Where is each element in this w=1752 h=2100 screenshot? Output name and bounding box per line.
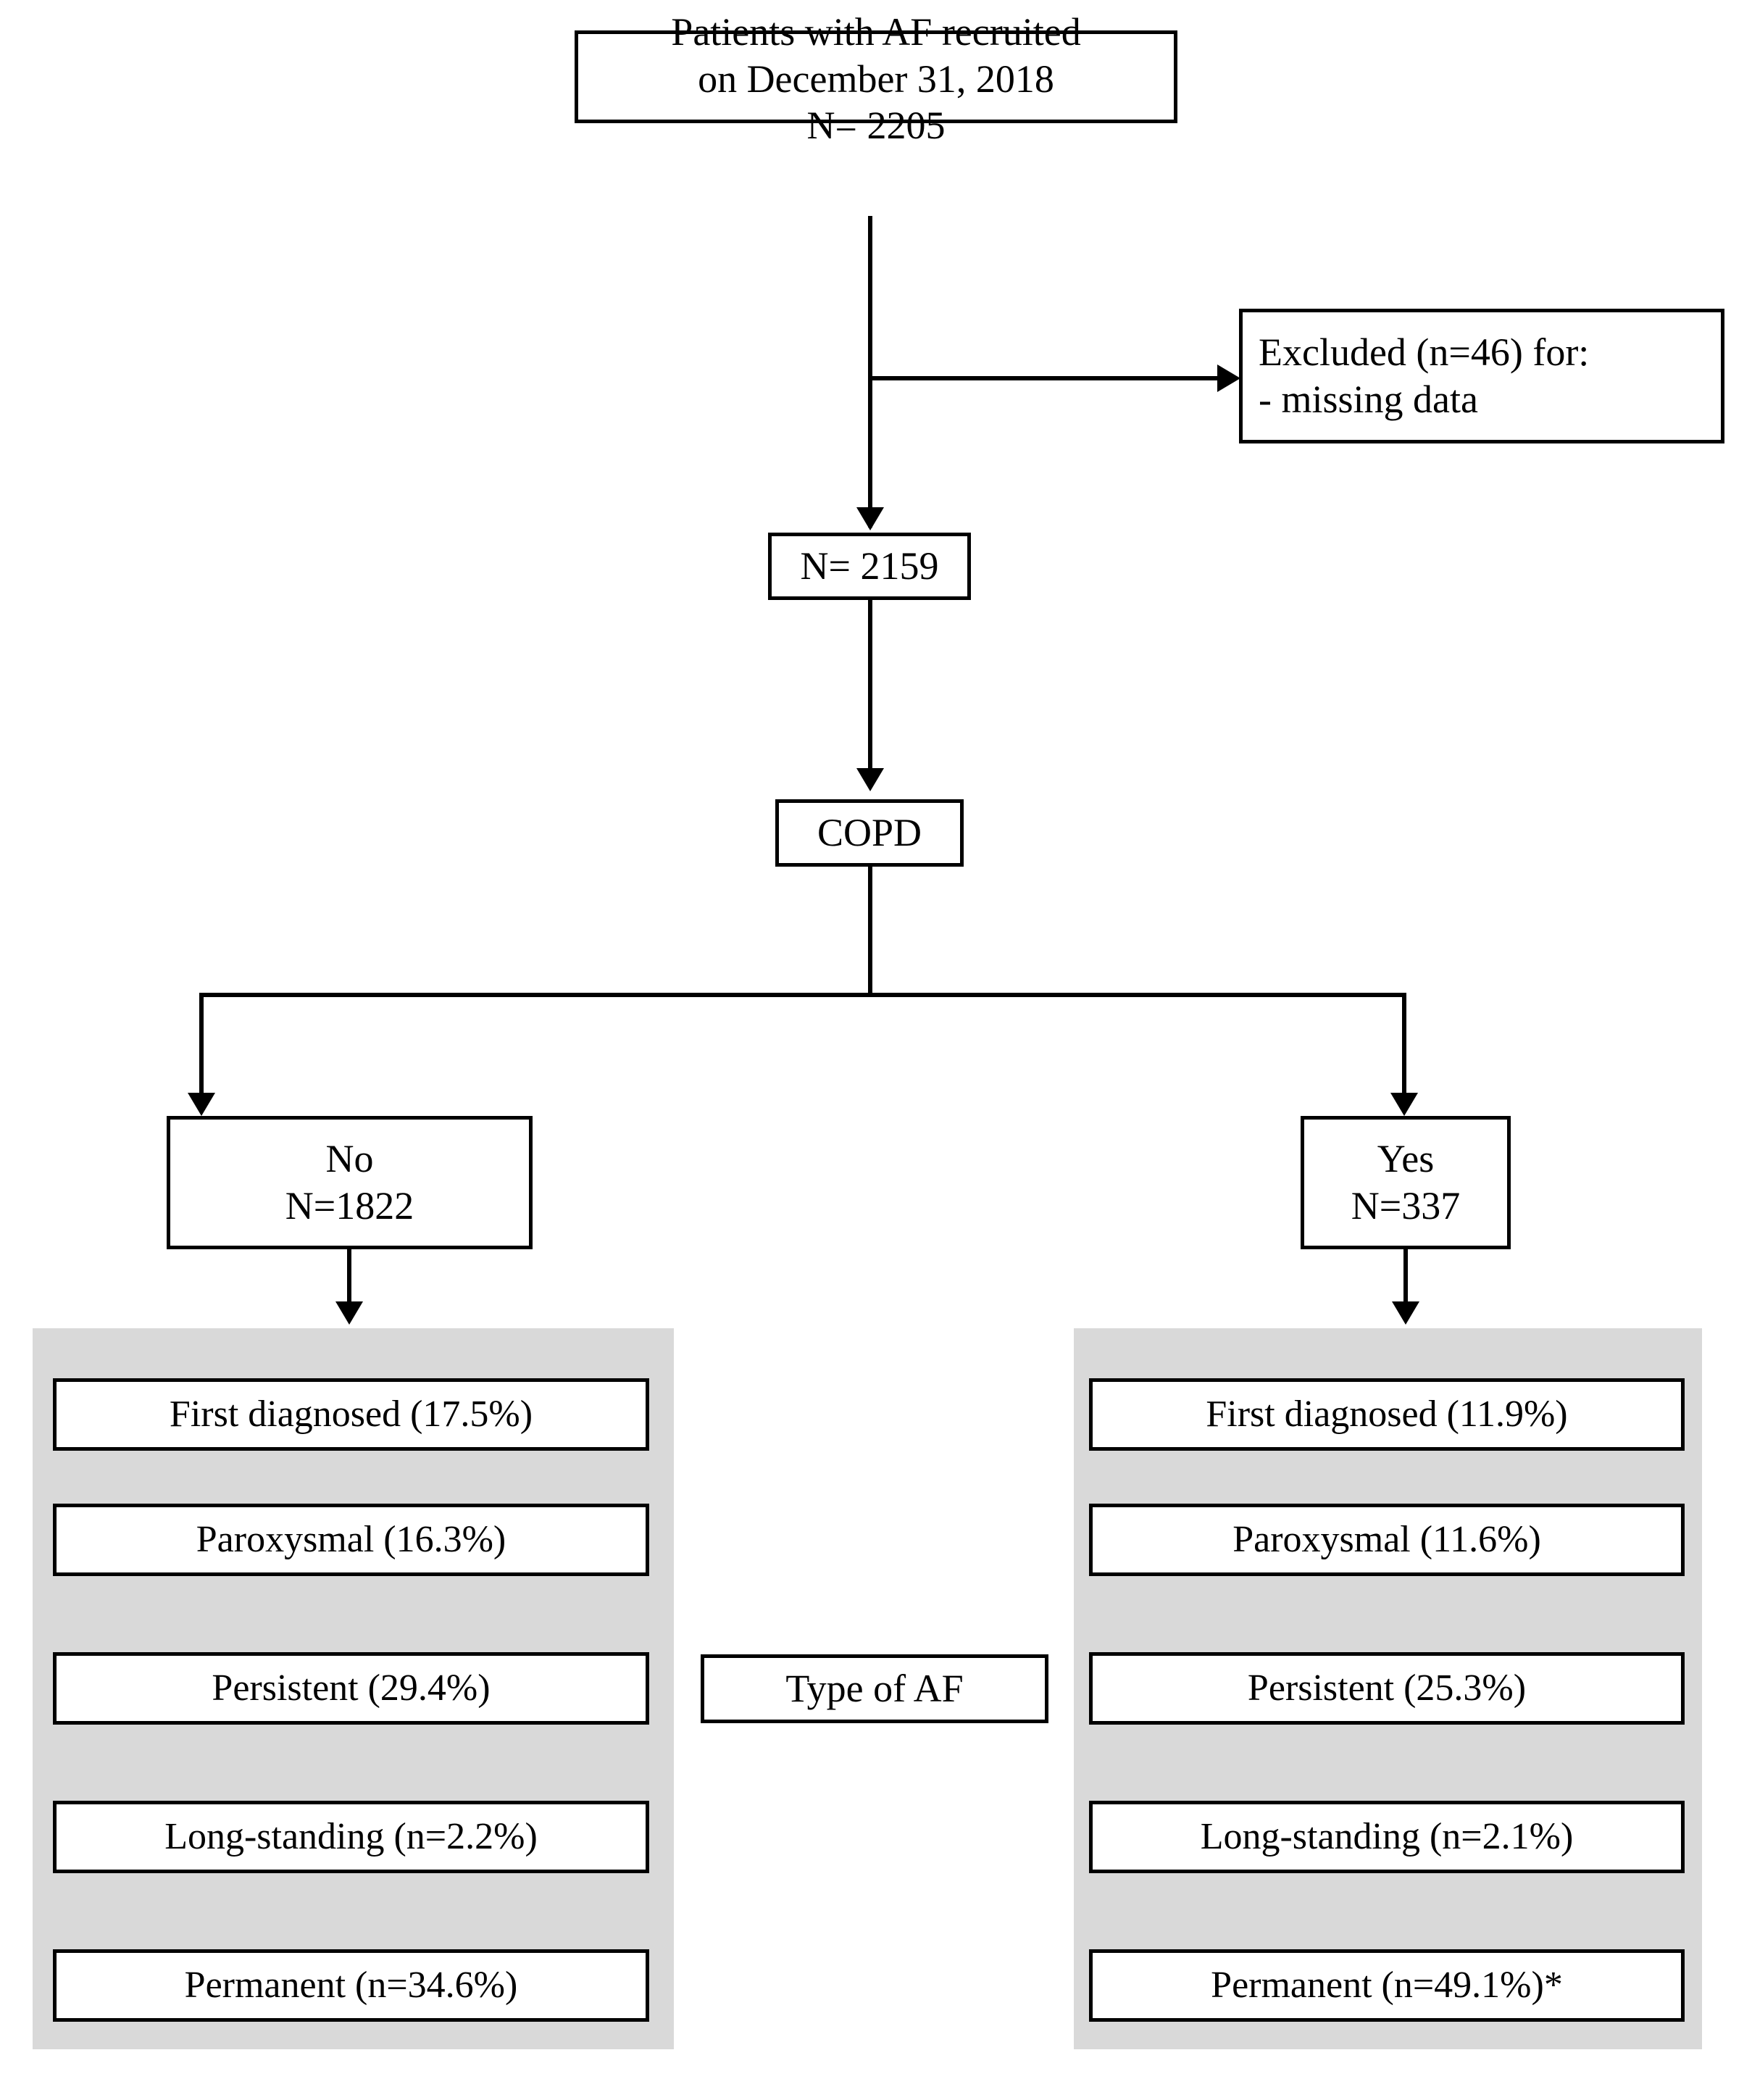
af-type-box: First diagnosed (11.9%): [1089, 1378, 1685, 1451]
node-after-exclusion: N= 2159: [768, 533, 971, 600]
af-type-label: First diagnosed (11.9%): [1206, 1393, 1568, 1435]
af-type-label: Long-standing (n=2.1%): [1200, 1815, 1574, 1857]
node-type-of-af-label: Type of AF: [785, 1667, 964, 1711]
af-type-label: Permanent (n=34.6%): [184, 1964, 518, 2006]
connector-to-excluded: [868, 376, 1230, 380]
node-type-of-af: Type of AF: [701, 1654, 1048, 1723]
af-type-label: Paroxysmal (16.3%): [196, 1518, 506, 1560]
node-patients-recruited-line3: N= 2205: [806, 104, 946, 148]
node-branch-yes-line2: N=337: [1351, 1184, 1461, 1228]
node-branch-no-line2: N=1822: [285, 1184, 414, 1228]
arrowhead-to-2159: [856, 507, 884, 530]
af-type-label: Paroxysmal (11.6%): [1232, 1518, 1541, 1560]
af-type-box: Permanent (n=34.6%): [53, 1949, 649, 2022]
node-excluded: Excluded (n=46) for: - missing data: [1239, 309, 1724, 443]
connector-yes-to-panel: [1403, 1249, 1408, 1306]
af-type-box: Long-standing (n=2.2%): [53, 1801, 649, 1873]
split-bar-copd: [199, 993, 1406, 997]
arrowhead-to-excluded: [1217, 364, 1240, 392]
arrowhead-to-copd: [856, 768, 884, 791]
af-type-label: Persistent (29.4%): [212, 1667, 491, 1709]
connector-no-to-panel: [347, 1249, 351, 1306]
node-patients-recruited: Patients with AF recruited on December 3…: [575, 10, 1177, 147]
af-type-box: Persistent (25.3%): [1089, 1652, 1685, 1725]
af-type-label: Persistent (25.3%): [1247, 1667, 1527, 1709]
node-copd: COPD: [775, 799, 964, 867]
node-excluded-line2: - missing data: [1259, 378, 1478, 421]
af-type-box: Paroxysmal (16.3%): [53, 1504, 649, 1576]
af-type-box: Persistent (29.4%): [53, 1652, 649, 1725]
flowchart-canvas: Patients with AF recruited on December 3…: [0, 0, 1752, 2100]
arrowhead-yes-to-panel: [1392, 1301, 1419, 1325]
arrowhead-to-no: [188, 1093, 215, 1116]
connector-split-to-no: [199, 993, 204, 1101]
af-type-label: Permanent (n=49.1%)*: [1211, 1964, 1563, 2006]
arrowhead-to-yes: [1390, 1093, 1418, 1116]
node-after-exclusion-line1: N= 2159: [800, 544, 939, 588]
node-branch-no-line1: No: [325, 1137, 374, 1181]
node-branch-no: No N=1822: [167, 1116, 533, 1249]
connector-recruited-to-2159: [868, 216, 872, 528]
af-type-box: First diagnosed (17.5%): [53, 1378, 649, 1451]
node-excluded-line1: Excluded (n=46) for:: [1259, 330, 1590, 375]
node-branch-yes-line1: Yes: [1377, 1137, 1435, 1181]
arrowhead-no-to-panel: [335, 1301, 363, 1325]
node-patients-recruited-line2: on December 31, 2018: [698, 57, 1054, 101]
connector-copd-to-split: [868, 867, 872, 996]
af-type-box: Paroxysmal (11.6%): [1089, 1504, 1685, 1576]
connector-2159-to-copd: [868, 600, 872, 774]
af-type-label: First diagnosed (17.5%): [169, 1393, 533, 1435]
node-copd-line1: COPD: [817, 811, 922, 855]
connector-split-to-yes: [1402, 993, 1406, 1101]
node-branch-yes: Yes N=337: [1301, 1116, 1511, 1249]
af-type-label: Long-standing (n=2.2%): [164, 1815, 538, 1857]
af-type-box: Permanent (n=49.1%)*: [1089, 1949, 1685, 2022]
af-type-box: Long-standing (n=2.1%): [1089, 1801, 1685, 1873]
node-patients-recruited-line1: Patients with AF recruited: [671, 9, 1081, 54]
